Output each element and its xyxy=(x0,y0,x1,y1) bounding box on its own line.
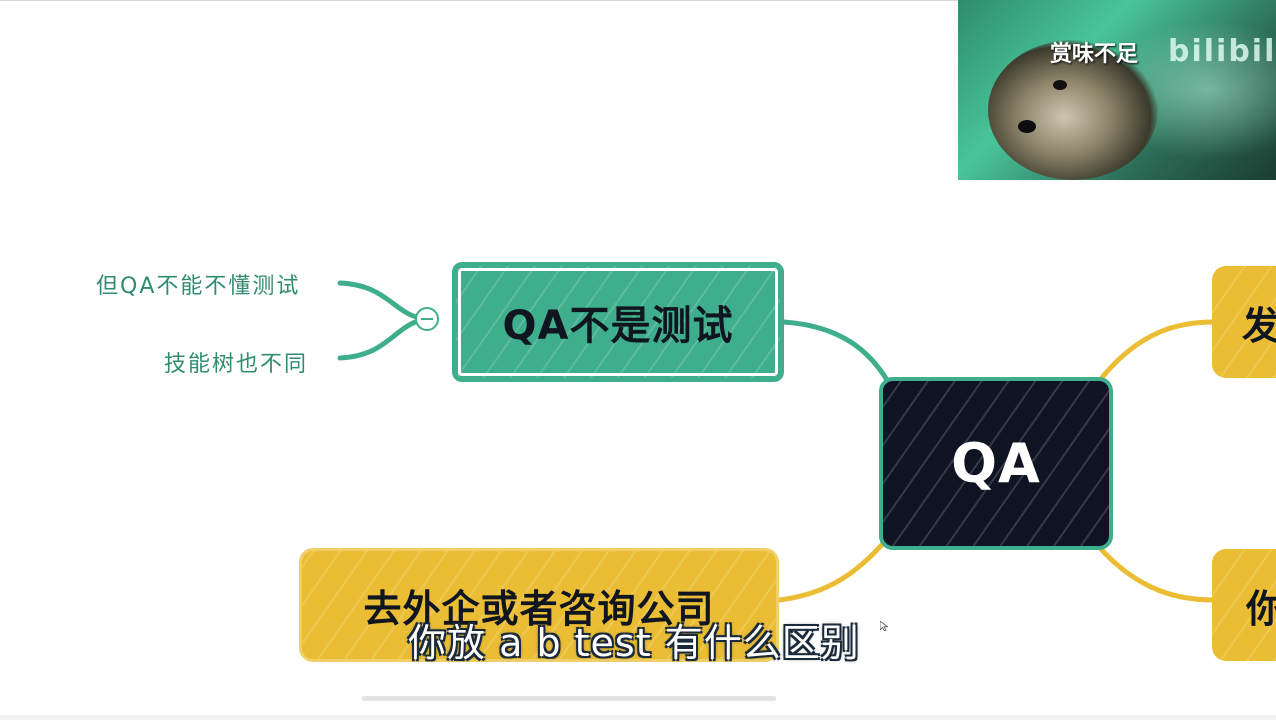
horizontal-scrollbar[interactable] xyxy=(362,696,776,701)
node-right-bottom[interactable]: 你 xyxy=(1212,549,1276,661)
connector-leaf-2 xyxy=(337,316,431,361)
node-qa-not-testing[interactable]: QA不是测试 xyxy=(452,262,784,382)
video-subtitle: 你放 a b test 有什么区别 xyxy=(408,621,860,665)
node-label: 你 xyxy=(1246,586,1276,631)
connector-leaf-1 xyxy=(337,280,431,322)
webcam-video-overlay: 赏味不足 bilibili xyxy=(958,0,1276,180)
status-bar xyxy=(0,715,1276,720)
leaf-skill-tree-different[interactable]: 技能树也不同 xyxy=(164,346,308,378)
leaf-qa-must-know-testing[interactable]: 但QA不能不懂测试 xyxy=(96,268,300,300)
dog-eye xyxy=(1053,80,1067,90)
node-label: 发 xyxy=(1242,303,1276,348)
node-label: QA xyxy=(951,432,1041,495)
collapse-toggle-icon[interactable] xyxy=(415,307,439,331)
video-caption: 赏味不足 xyxy=(1050,42,1139,67)
node-right-top[interactable]: 发 xyxy=(1212,266,1276,378)
bilibili-watermark: bilibili xyxy=(1168,34,1276,69)
connector-right-top xyxy=(1097,319,1217,383)
connector-yellow-branch xyxy=(776,537,889,603)
connector-right-bottom xyxy=(1097,545,1217,603)
connector-green-branch xyxy=(781,319,893,388)
dog-nose xyxy=(1018,120,1036,133)
node-center-qa[interactable]: QA xyxy=(879,377,1113,550)
node-label: QA不是测试 xyxy=(502,303,734,349)
mouse-cursor-icon xyxy=(880,621,888,631)
